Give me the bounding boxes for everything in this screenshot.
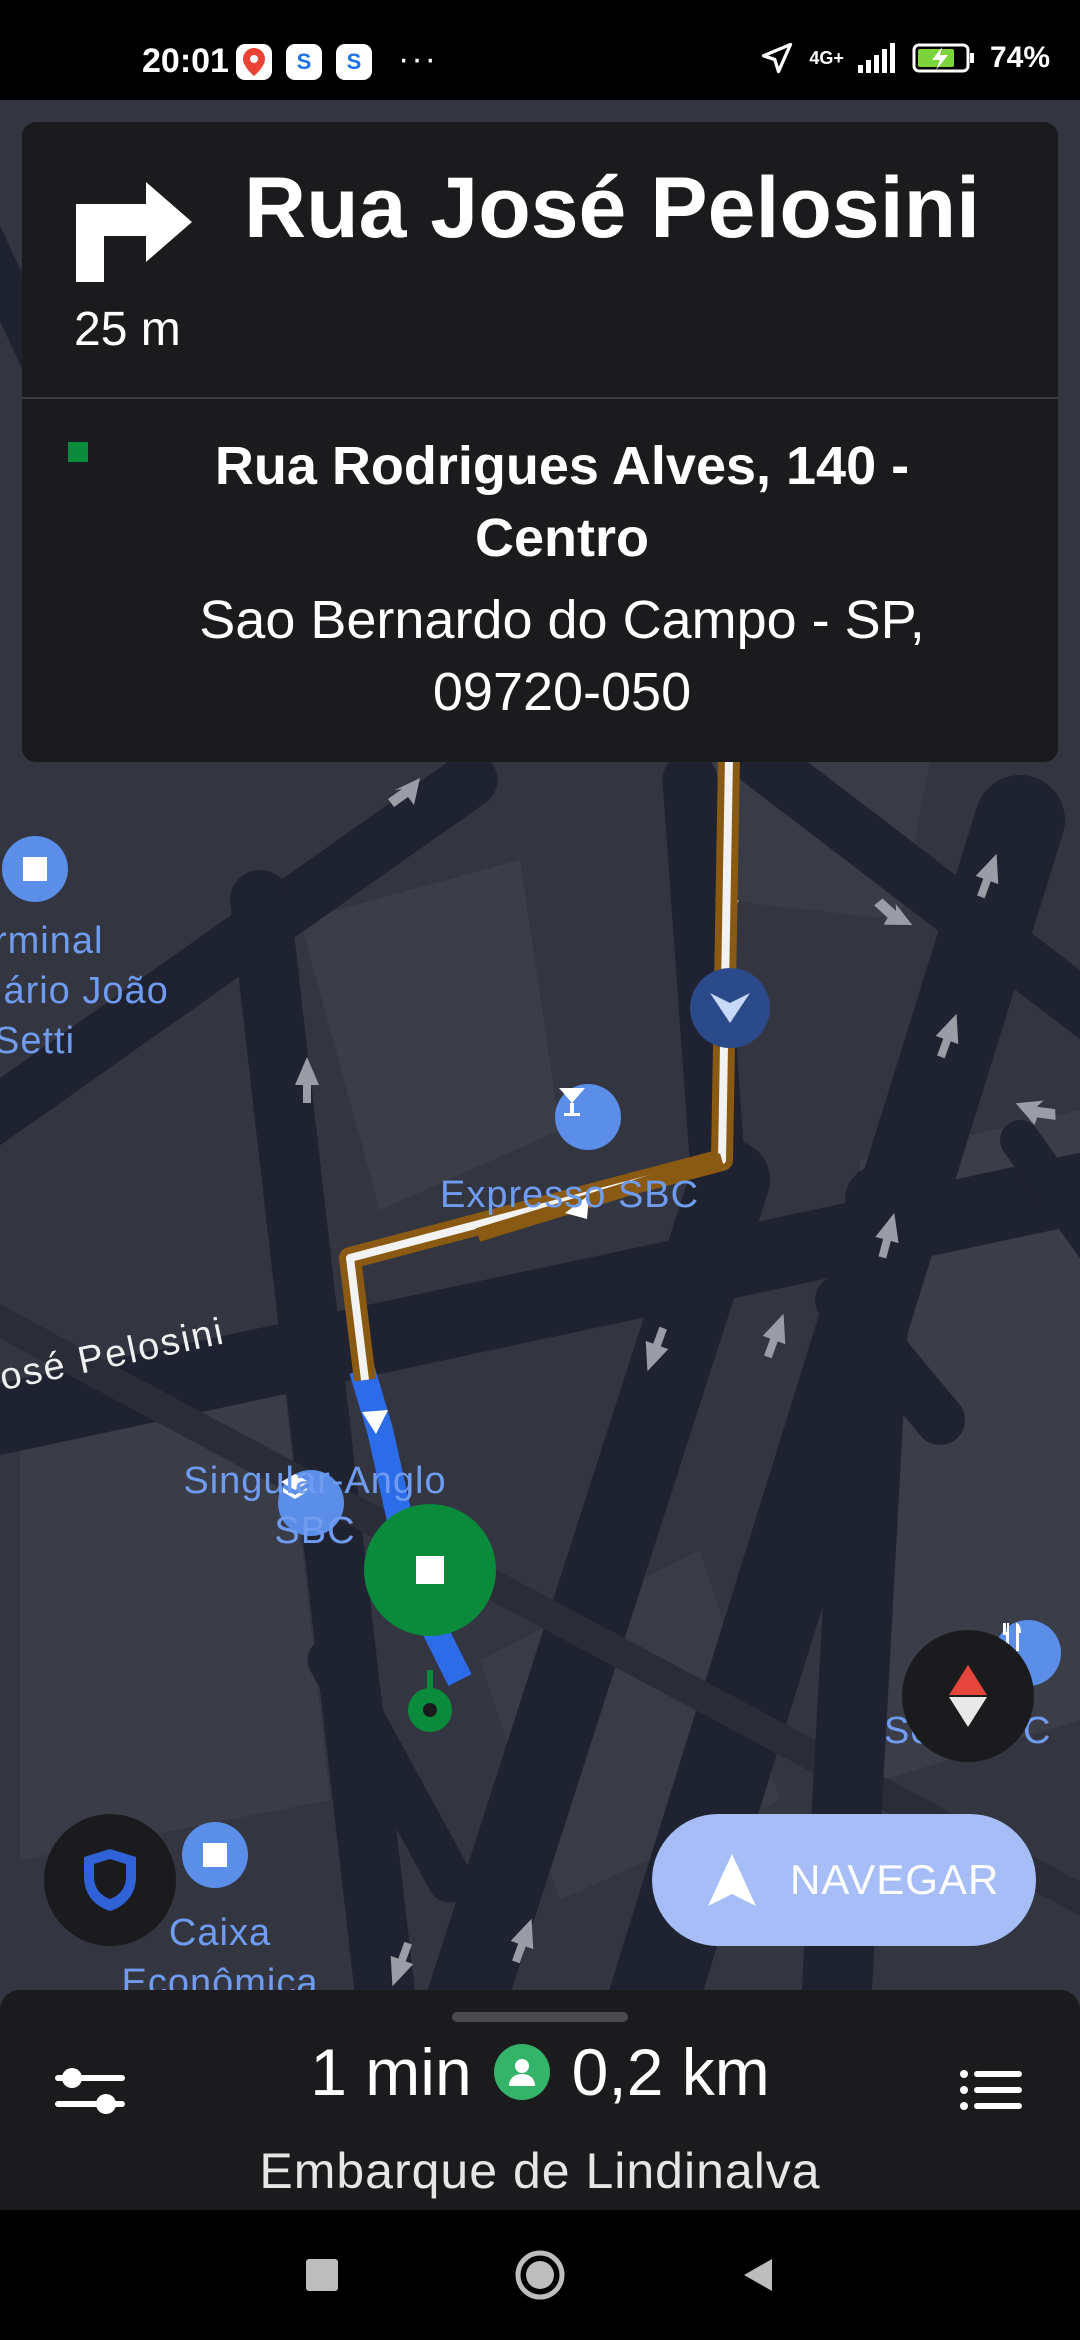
recents-icon[interactable] <box>302 2255 342 2295</box>
battery-level: 74% <box>989 41 1050 74</box>
app-s-icon: S <box>286 44 322 80</box>
trip-bottom-sheet[interactable]: 1 min 0,2 km Embarque de Lindinalva <box>0 1990 1080 2210</box>
status-overflow: ··· <box>398 40 438 78</box>
settings-button[interactable] <box>50 2050 130 2130</box>
shield-icon <box>84 1849 136 1911</box>
location-arrow-icon <box>762 42 793 74</box>
list-icon <box>960 2070 1022 2110</box>
status-indicators: 4G+ 74% <box>759 40 1050 76</box>
maps-pin-icon <box>236 44 272 80</box>
navigation-arrow-icon <box>708 1854 756 1906</box>
maneuver-distance: 25 m <box>74 303 181 356</box>
network-type: 4G+ <box>809 48 844 68</box>
poi-label-terminal: rminal iário João Setti <box>0 920 169 1062</box>
trip-subtitle: Embarque de Lindinalva <box>259 2143 821 2199</box>
poi-label-singular: Singular-Anglo SBC <box>183 1460 447 1552</box>
maneuver-row: 25 m Rua José Pelosini <box>22 122 1058 397</box>
bus-icon[interactable] <box>2 836 68 902</box>
poi-label-expresso: Expresso SBC <box>440 1174 700 1216</box>
compass-button[interactable] <box>902 1630 1034 1762</box>
trip-duration: 1 min <box>310 2035 472 2109</box>
cocktail-icon[interactable] <box>555 1084 621 1150</box>
navigate-button[interactable]: NAVEGAR <box>652 1814 1036 1946</box>
back-icon[interactable] <box>738 2255 778 2295</box>
home-icon[interactable] <box>512 2247 568 2303</box>
trip-distance: 0,2 km <box>571 2035 770 2109</box>
system-navigation-bar <box>0 2210 1080 2340</box>
status-bar: 20:01 S S ··· 4G+ 74% <box>0 0 1080 100</box>
turn-right-icon <box>76 182 192 282</box>
rider-icon <box>493 2044 550 2100</box>
bank-icon[interactable] <box>182 1822 248 1888</box>
maneuver-street: Rua José Pelosini <box>244 160 981 256</box>
status-time: 20:01 <box>142 42 229 80</box>
compass-icon <box>949 1665 987 1727</box>
battery-charging-icon <box>912 43 974 73</box>
destination-city: Sao Bernardo do Campo - SP, 09720-050 <box>199 590 925 722</box>
navigation-card[interactable]: 25 m Rua José Pelosini Rua Rodrigues Alv… <box>22 122 1058 762</box>
sheet-handle[interactable] <box>452 2012 628 2022</box>
card-divider <box>22 397 1058 399</box>
app-s-icon: S <box>336 44 372 80</box>
trip-list-button[interactable] <box>950 2050 1030 2130</box>
trip-summary: 1 min 0,2 km <box>200 2034 880 2110</box>
sliders-icon <box>55 2068 125 2114</box>
destination-square-icon <box>68 442 88 462</box>
navigate-label: NAVEGAR <box>790 1856 1000 1903</box>
signal-icon <box>857 43 895 73</box>
safety-button[interactable] <box>44 1814 176 1946</box>
destination-address: Rua Rodrigues Alves, 140 - Centro <box>214 436 910 568</box>
